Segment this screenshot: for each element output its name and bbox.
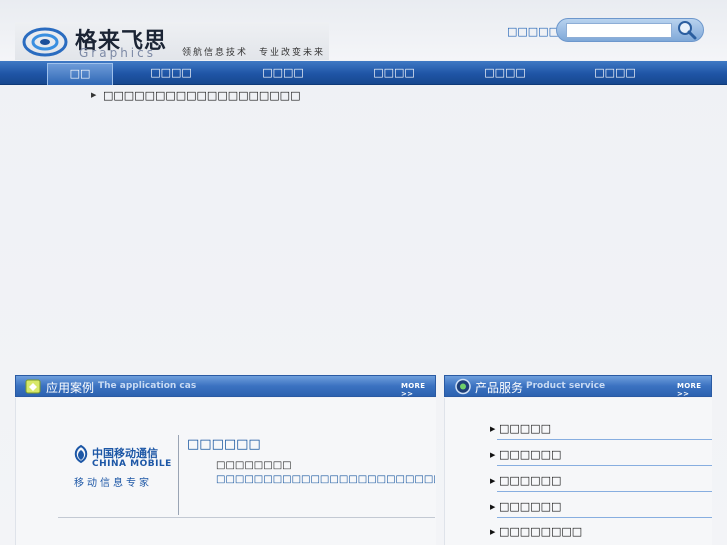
nav-item-5[interactable]: □□□□ — [475, 61, 535, 85]
product-item-1[interactable]: ▶ □□□□□ — [490, 419, 712, 445]
search-input[interactable] — [566, 23, 672, 38]
arrow-icon: ▶ — [490, 425, 496, 433]
product-item-divider — [497, 491, 712, 492]
nav-item-2[interactable]: □□□□ — [141, 61, 201, 85]
case-divider-vertical — [178, 435, 179, 515]
case-description-link[interactable]: □□□□□□□□□□□□□□□□□□□□□□□□□□□□□□2009□□□□□□… — [216, 474, 435, 485]
application-case-more-link[interactable]: MORE >> — [401, 382, 435, 398]
application-case-icon — [25, 379, 41, 394]
product-item-label: □□□□□□□□ — [499, 525, 583, 538]
product-item-3[interactable]: ▶ □□□□□□ — [490, 471, 712, 497]
product-service-title: 产品服务 — [475, 381, 524, 395]
site-logo[interactable]: 格来飞思 Graphics 领航信息技术 专业改变未来 — [15, 22, 329, 60]
breadcrumb-arrow-icon: ▶ — [91, 91, 97, 99]
application-case-body — [15, 398, 436, 545]
product-item-label: □□□□□□ — [499, 448, 562, 461]
arrow-icon: ▶ — [490, 528, 496, 536]
logo-tagline: 领航信息技术 专业改变未来 — [182, 48, 326, 58]
product-service-subtitle: Product service — [526, 381, 606, 391]
arrow-icon: ▶ — [490, 451, 496, 459]
product-item-4[interactable]: ▶ □□□□□□ — [490, 497, 712, 523]
search-icon[interactable] — [676, 20, 698, 40]
arrow-icon: ▶ — [490, 503, 496, 511]
product-item-5[interactable]: ▶ □□□□□□□□ — [490, 522, 712, 545]
china-mobile-logo-en: CHINA MOBILE — [92, 459, 172, 469]
application-case-title: 应用案例 — [46, 381, 95, 395]
breadcrumb: □□□□□□□□□□□□□□□□□□□ — [103, 89, 301, 102]
application-case-subtitle: The application cas — [98, 381, 197, 391]
search-box — [556, 18, 704, 42]
arrow-icon: ▶ — [490, 477, 496, 485]
nav-item-3[interactable]: □□□□ — [253, 61, 313, 85]
product-item-label: □□□□□□ — [499, 474, 562, 487]
china-mobile-logo-sub: 移动信息专家 — [74, 478, 152, 489]
case-subtitle: □□□□□□□□ — [216, 460, 292, 471]
product-item-divider — [497, 439, 712, 440]
nav-item-6[interactable]: □□□□ — [585, 61, 645, 85]
product-item-divider — [497, 465, 712, 466]
product-item-2[interactable]: ▶ □□□□□□ — [490, 445, 712, 471]
logo-swirl-icon — [22, 27, 68, 57]
product-item-label: □□□□□ — [499, 422, 551, 435]
product-service-icon — [455, 378, 471, 395]
product-service-header: 产品服务 Product service MORE >> — [444, 375, 712, 398]
main-nav: □□ □□□□ □□□□ □□□□ □□□□ □□□□ — [0, 61, 727, 85]
product-service-more-link[interactable]: MORE >> — [677, 382, 711, 398]
application-case-header: 应用案例 The application cas MORE >> — [15, 375, 436, 398]
case-divider-horizontal — [58, 517, 435, 518]
product-item-divider — [497, 517, 712, 518]
china-mobile-logo-icon — [74, 444, 88, 464]
nav-item-4[interactable]: □□□□ — [364, 61, 424, 85]
product-item-label: □□□□□□ — [499, 500, 562, 513]
top-link[interactable]: □□□□□ — [507, 25, 559, 38]
nav-item-home[interactable]: □□ — [47, 63, 113, 85]
logo-text-en: Graphics — [79, 46, 156, 60]
case-title-link[interactable]: □□□□□□ — [187, 437, 261, 452]
